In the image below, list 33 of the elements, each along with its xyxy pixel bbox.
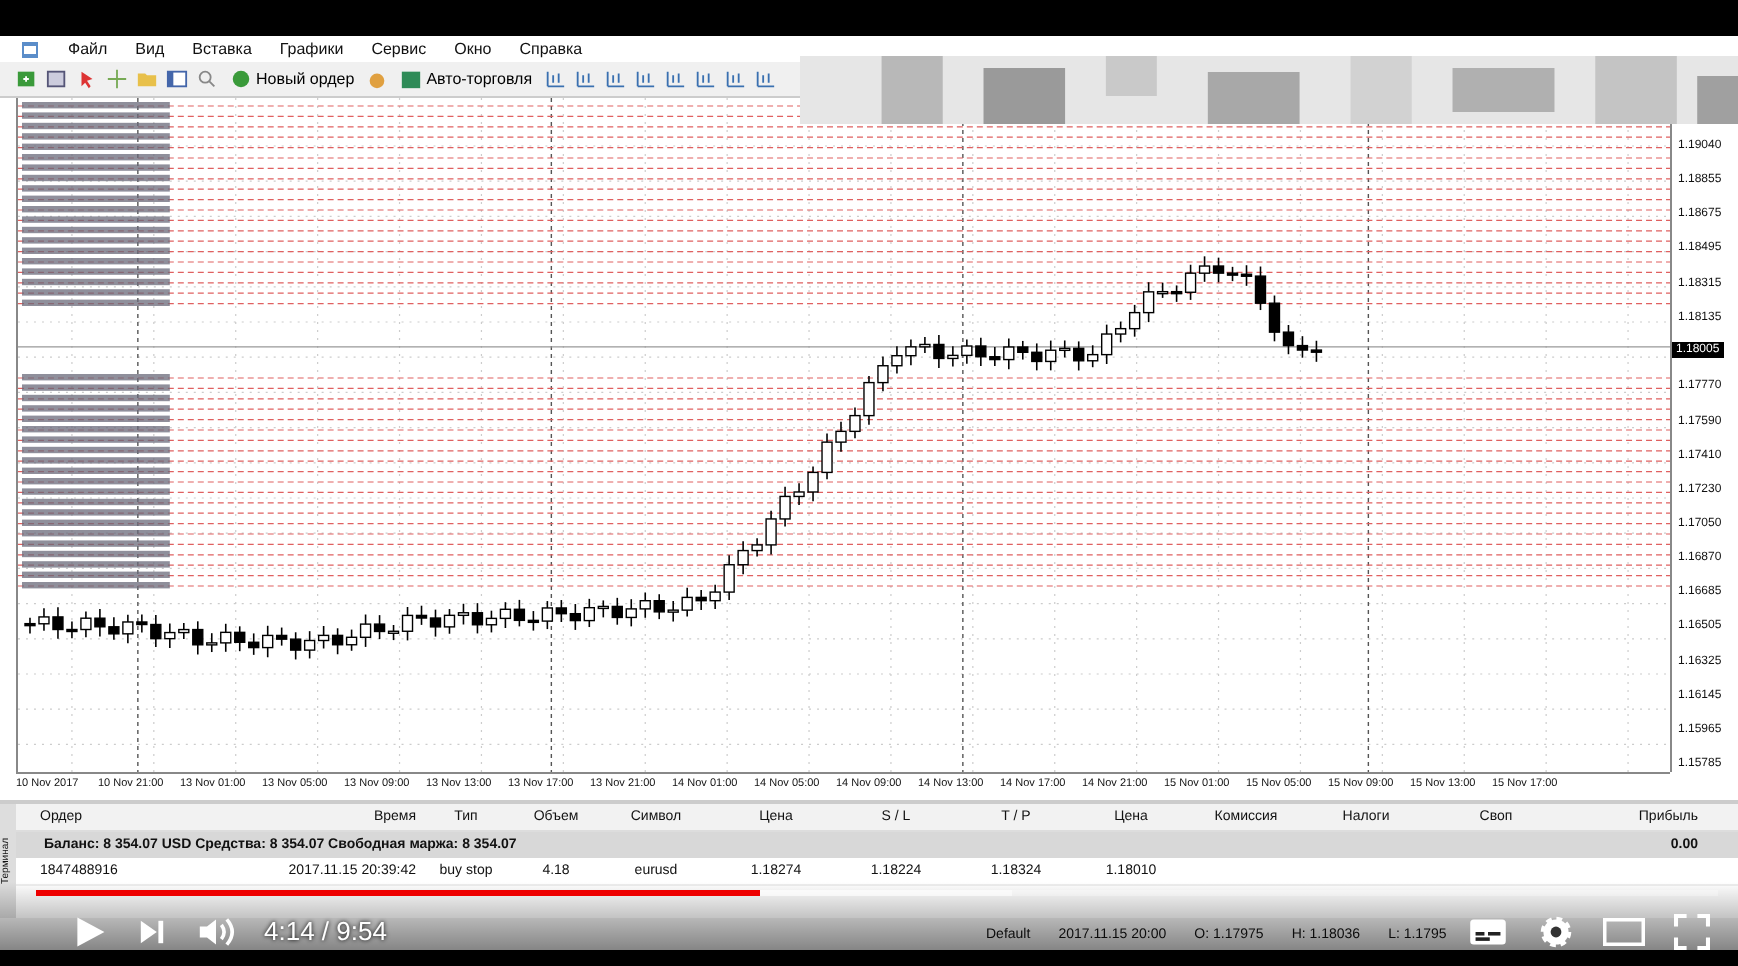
settings-icon[interactable] (1538, 913, 1574, 949)
chart-tool-icon[interactable] (664, 68, 687, 90)
menu-item[interactable]: Справка (519, 40, 583, 58)
video-time: 4:14 / 9:54 (264, 916, 387, 946)
subtitles-icon[interactable] (1466, 915, 1510, 947)
chart-tool-icon[interactable] (754, 68, 777, 90)
window-icon[interactable] (46, 68, 68, 90)
video-progress-bar[interactable] (36, 890, 1718, 896)
new-order-button[interactable]: Новый ордер (226, 64, 359, 94)
chart-tool-icon[interactable] (604, 68, 627, 90)
chart-tool-icon[interactable] (544, 68, 567, 90)
theater-mode-icon[interactable] (1602, 917, 1646, 945)
menu-item[interactable]: Вставка (192, 40, 252, 58)
crosshair-icon[interactable] (106, 68, 128, 90)
menu-item[interactable]: Файл (68, 40, 108, 58)
menu-item[interactable]: Сервис (371, 40, 427, 58)
chart-tool-icon[interactable] (694, 68, 717, 90)
chart-tool-icon[interactable] (724, 68, 747, 90)
zoom-icon[interactable] (196, 68, 218, 90)
menu-item[interactable]: Графики (279, 40, 344, 58)
menu-item[interactable]: Окно (454, 40, 492, 58)
chart-tool-icon[interactable] (634, 68, 657, 90)
chart-tool-icon[interactable] (574, 68, 597, 90)
volume-icon[interactable] (196, 913, 236, 949)
panel-icon[interactable] (166, 68, 188, 90)
app-icon[interactable] (20, 39, 40, 59)
add-chart-icon[interactable] (16, 68, 38, 90)
auto-trading-icon (400, 68, 423, 90)
new-order-icon (230, 68, 252, 90)
menu-item[interactable]: Вид (135, 40, 165, 58)
auto-trading-button[interactable]: Авто-торговля (396, 64, 537, 94)
cursor-icon[interactable] (76, 68, 98, 90)
fullscreen-icon[interactable] (1674, 913, 1710, 949)
